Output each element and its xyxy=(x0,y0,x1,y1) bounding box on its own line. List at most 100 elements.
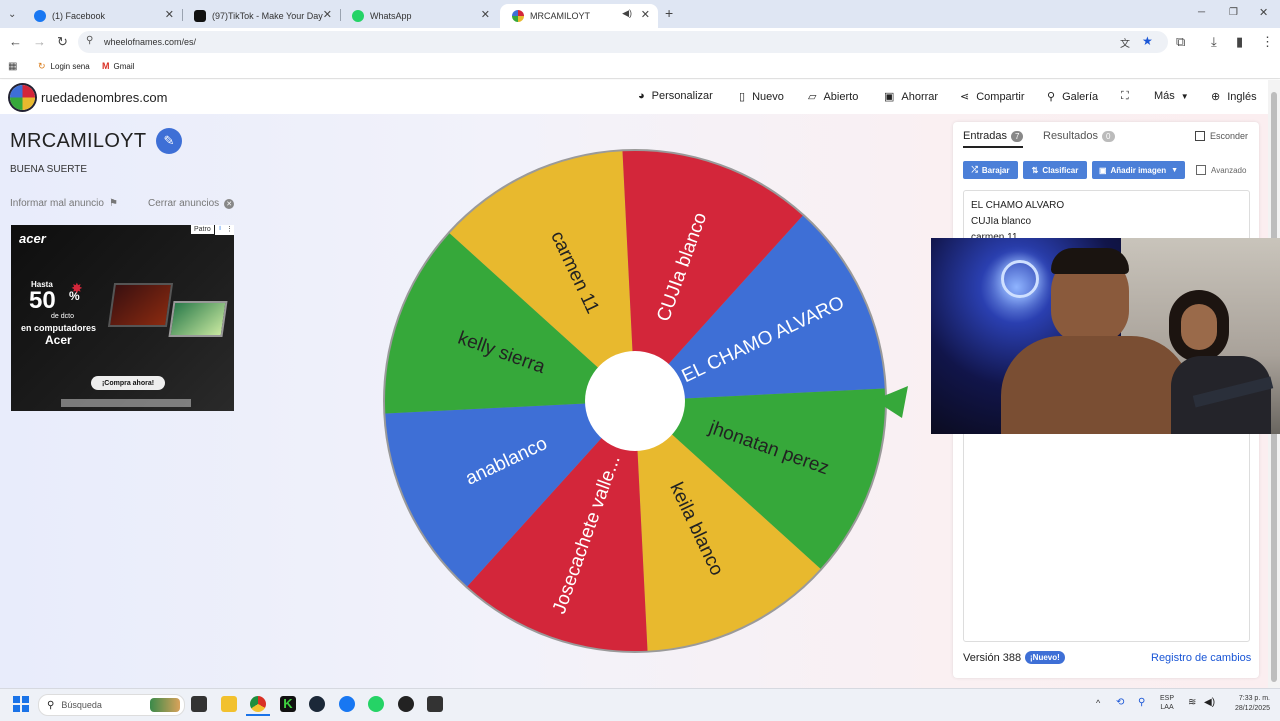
changelog-link[interactable]: Registro de cambios xyxy=(1151,652,1251,664)
wifi-icon[interactable]: ≋ xyxy=(1188,697,1196,708)
translate-icon[interactable]: ⽂ xyxy=(1120,35,1130,50)
tab-title: (1) Facebook xyxy=(52,11,106,21)
report-ad-link[interactable]: Informar mal anuncio ⚑ xyxy=(10,198,118,209)
capcut-icon[interactable] xyxy=(427,696,443,712)
nav-label: Compartir xyxy=(976,90,1025,103)
nav-gallery[interactable]: ⚲ Galería xyxy=(1047,90,1099,104)
tab-entries[interactable]: Entradas 7 xyxy=(963,130,1024,142)
close-tab-icon[interactable]: ✕ xyxy=(641,8,650,21)
tab-wheel-of-names[interactable]: MRCAMILOYT ◀) ✕ xyxy=(500,4,658,28)
close-tab-icon[interactable]: ✕ xyxy=(165,8,174,21)
shuffle-button[interactable]: ⤮ Barajar xyxy=(963,161,1018,179)
reload-icon[interactable]: ↻ xyxy=(57,35,68,49)
palette-icon: ◕ xyxy=(638,90,645,102)
pencil-icon: ✎ xyxy=(163,133,175,148)
active-app-indicator xyxy=(246,714,270,716)
clock-time: 7:33 p. m. xyxy=(1238,695,1270,702)
tab-title: MRCAMILOYT xyxy=(530,11,591,21)
edit-title-button[interactable]: ✎ xyxy=(156,128,182,154)
acer-ad[interactable]: acer Patro i ⋮ Hasta 50 % ✸ de dcto en c… xyxy=(11,225,234,411)
forward-icon[interactable]: → xyxy=(33,35,46,49)
acer-logo: acer xyxy=(19,231,46,246)
nav-fullscreen[interactable]: ⛶ xyxy=(1121,90,1136,103)
checkbox-box[interactable] xyxy=(1195,131,1205,141)
back-icon[interactable]: ← xyxy=(9,35,22,49)
wheel-center-button[interactable] xyxy=(585,351,685,451)
tray-chevron-icon[interactable]: ^ xyxy=(1096,698,1100,708)
close-tab-icon[interactable]: ✕ xyxy=(481,8,490,21)
checkbox-box[interactable] xyxy=(1196,165,1206,175)
bookmark-login-sena[interactable]: ↻ Login sena xyxy=(38,61,90,72)
entry-line: EL CHAMO ALVARO xyxy=(971,200,1065,211)
minimize-icon[interactable]: ─ xyxy=(1198,6,1205,20)
new-badge[interactable]: ¡Nuevo! xyxy=(1025,651,1065,664)
browser-tab-bar: ⌄ (1) Facebook ✕ (97)TikTok - Make Your … xyxy=(0,0,1280,28)
hide-checkbox[interactable]: Esconder xyxy=(1195,131,1248,141)
menu-kebab-icon[interactable]: ⋮ xyxy=(1261,35,1274,49)
ad-info-icon[interactable]: i xyxy=(215,225,225,235)
bookmark-star-icon[interactable]: ★ xyxy=(1142,34,1153,48)
whatsapp-app-icon[interactable] xyxy=(368,696,384,712)
extensions-icon[interactable]: ⧉ xyxy=(1176,35,1185,49)
audio-icon[interactable]: ◀) xyxy=(622,8,632,19)
url-text[interactable]: wheelofnames.com/es/ xyxy=(104,37,196,47)
battery-icon[interactable]: ▮ xyxy=(1236,35,1243,49)
download-icon[interactable]: ⤓ xyxy=(1211,35,1217,49)
steam-icon[interactable] xyxy=(309,696,325,712)
gmail-icon: M xyxy=(102,61,110,71)
wheel-container[interactable]: EL CHAMO ALVARO jhonatan perez keila blanc… xyxy=(382,148,888,654)
tab-search-icon[interactable]: ⌄ xyxy=(8,8,16,22)
ad-discount: de dcto xyxy=(51,313,74,320)
tab-tiktok[interactable]: (97)TikTok - Make Your Day ✕ xyxy=(182,4,340,28)
site-info-icon[interactable]: ⚲ xyxy=(86,35,93,46)
search-placeholder: Búsqueda xyxy=(61,700,102,710)
nav-save[interactable]: ▣ Ahorrar xyxy=(884,90,938,104)
nav-label: Galería xyxy=(1062,90,1099,103)
taskbar-search[interactable]: ⚲ Búsqueda xyxy=(38,694,185,716)
tab-whatsapp[interactable]: WhatsApp ✕ xyxy=(340,4,498,28)
webcam-glow xyxy=(1001,260,1039,298)
address-bar[interactable]: ⚲ wheelofnames.com/es/ ⽂ ★ xyxy=(78,31,1168,53)
add-image-button[interactable]: ▣ Añadir imagen ▼ xyxy=(1092,161,1185,179)
tray-app-icon[interactable]: ⟲ xyxy=(1116,697,1124,708)
apps-grid-icon[interactable]: ▦ xyxy=(8,60,17,74)
nav-open[interactable]: ▱ Abierto xyxy=(808,90,858,104)
new-tab-icon[interactable]: + xyxy=(665,6,673,20)
nav-language[interactable]: ⊕ Inglés xyxy=(1211,90,1257,104)
sort-icon: ⇅ xyxy=(1031,165,1039,175)
sort-button[interactable]: ⇅ Clasificar xyxy=(1023,161,1087,179)
start-button[interactable] xyxy=(13,696,29,712)
clock[interactable]: 7:33 p. m. 28/12/2025 xyxy=(1226,694,1270,714)
kick-icon[interactable]: K xyxy=(280,696,296,712)
wheel[interactable]: EL CHAMO ALVAROjhonatan perezkeila blanc… xyxy=(382,148,888,654)
maximize-icon[interactable]: ❐ xyxy=(1229,6,1238,20)
facebook-app-icon[interactable] xyxy=(339,696,355,712)
chrome-icon[interactable] xyxy=(250,696,266,712)
advanced-checkbox[interactable]: Avanzado xyxy=(1196,165,1246,175)
bookmark-gmail[interactable]: M Gmail xyxy=(102,61,134,71)
ad-fineprint xyxy=(61,399,191,407)
webcam-person-body xyxy=(1001,336,1191,434)
site-logo-text[interactable]: ruedadenombres.com xyxy=(41,90,167,105)
nav-more[interactable]: Más ▼ xyxy=(1154,90,1189,102)
wheel-title: MRCAMILOYT xyxy=(10,130,147,152)
close-tab-icon[interactable]: ✕ xyxy=(323,8,332,21)
tab-results[interactable]: Resultados 0 xyxy=(1043,130,1115,142)
volume-icon[interactable]: ◀) xyxy=(1204,697,1215,708)
language-indicator[interactable]: ESP LAA xyxy=(1160,694,1174,712)
close-window-icon[interactable]: ✕ xyxy=(1259,6,1268,20)
task-view-icon[interactable] xyxy=(191,696,207,712)
close-ads-link[interactable]: Cerrar anuncios ✕ xyxy=(148,198,235,209)
ad-close-icon[interactable]: ⋮ xyxy=(225,225,234,235)
tab-facebook[interactable]: (1) Facebook ✕ xyxy=(22,4,182,28)
site-logo-icon[interactable] xyxy=(10,85,35,110)
nav-share[interactable]: ⋖ Compartir xyxy=(960,90,1025,104)
webcam-overlay xyxy=(931,238,1280,434)
tray-mic-icon[interactable]: ⚲ xyxy=(1138,697,1145,708)
obs-icon[interactable] xyxy=(398,696,414,712)
nav-new[interactable]: ▯ Nuevo xyxy=(739,90,784,104)
start-tile xyxy=(13,705,20,712)
nav-customize[interactable]: ◕ Personalizar xyxy=(638,90,713,102)
ad-cta-button[interactable]: ¡Compra ahora! xyxy=(91,376,165,390)
file-explorer-icon[interactable] xyxy=(221,696,237,712)
